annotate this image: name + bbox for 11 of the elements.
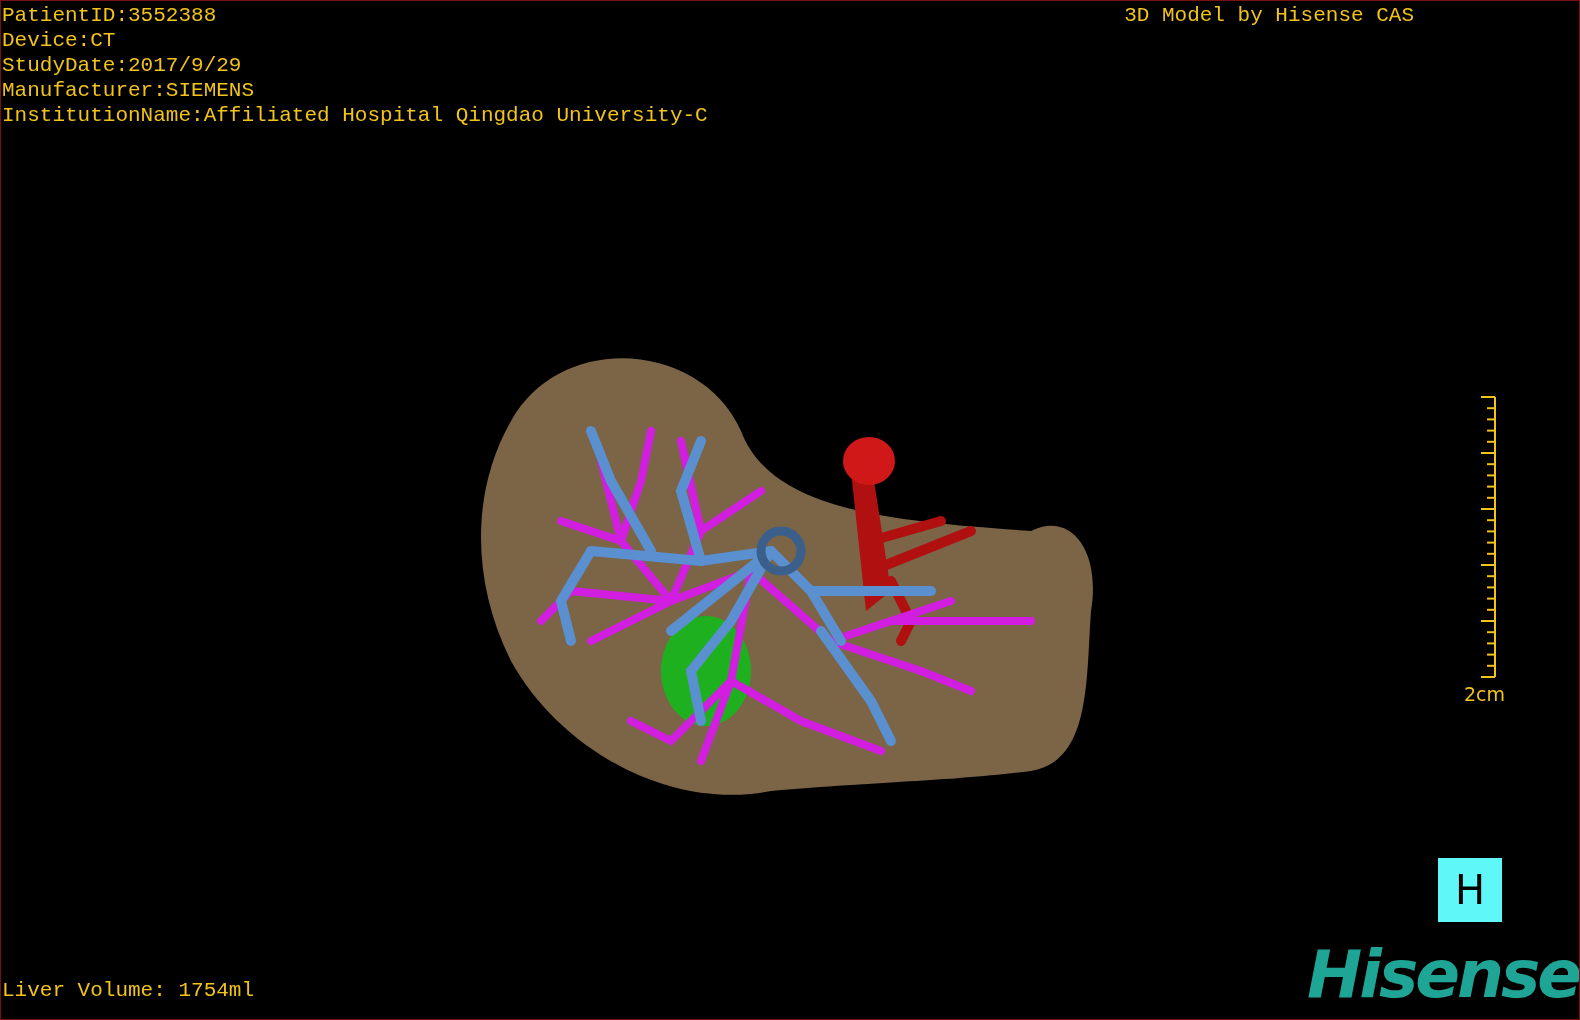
brand-logo: Hisense (1307, 945, 1579, 1005)
info-text: Manufacturer:SIEMENS (2, 78, 256, 103)
info-text: Device:CT (2, 28, 117, 53)
info-text: InstitutionName:Affiliated Hospital Qingdao University-C (2, 103, 708, 128)
liver-volume-text: Liver Volume: 1754ml (2, 978, 255, 1003)
model-credit-text: 3D Model by Hisense CAS (1124, 3, 1414, 28)
view-orientation-button[interactable]: H (1438, 858, 1502, 922)
scale-label: 2cm (1463, 683, 1505, 705)
scale-ruler-icon (1479, 395, 1497, 679)
info-text: StudyDate:2017/9/29 (2, 53, 243, 78)
info-text: PatientID:3552388 (2, 3, 218, 28)
